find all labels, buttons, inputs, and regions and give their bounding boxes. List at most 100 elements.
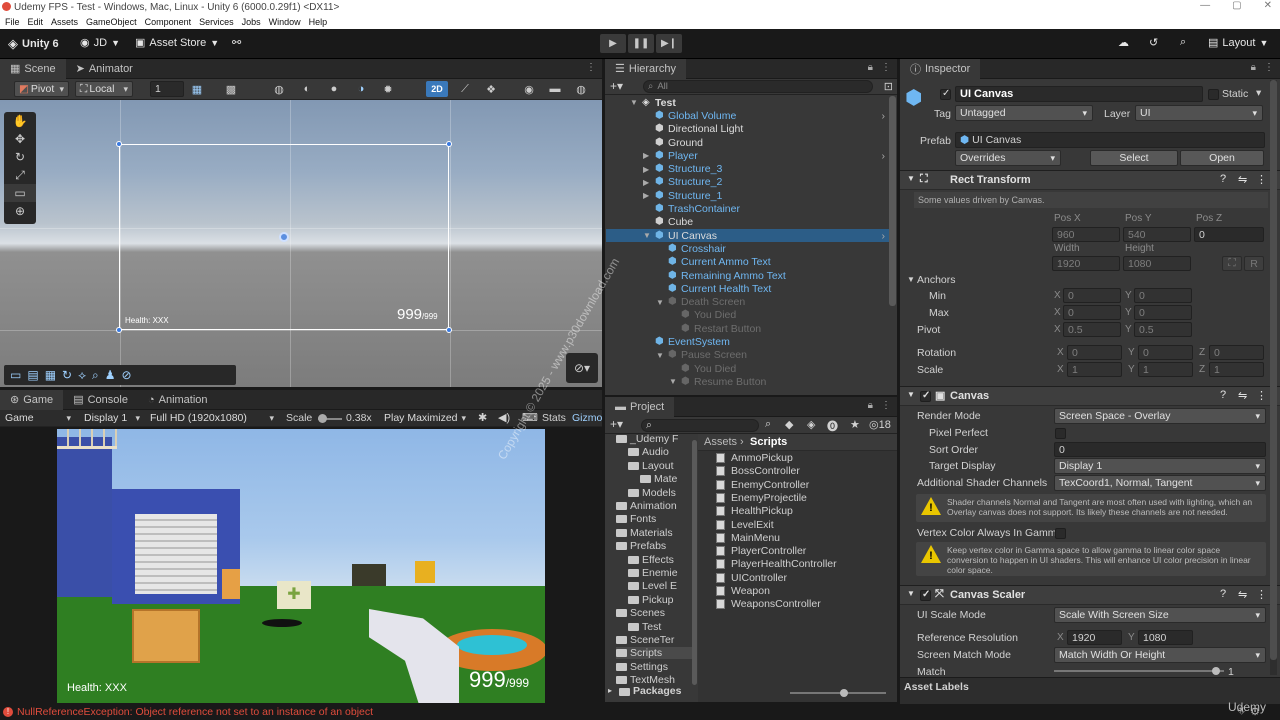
asset-store-button[interactable]: ▣ Asset Store ▼ [135,36,219,50]
open-prefab-icon[interactable]: › [882,150,886,162]
hierarchy-item[interactable]: ⬢ Directional Light [606,123,889,136]
play-mode-dropdown[interactable]: Play Maximized [380,410,470,426]
hierarchy-item[interactable]: ⬢ Global Volume › [606,109,889,122]
menu-window[interactable]: Window [269,17,301,27]
game-view-dropdown[interactable]: Game [1,410,75,426]
project-tree-item[interactable]: Effects [628,554,674,566]
project-tree-item[interactable]: Models [628,487,676,499]
bug-icon[interactable]: ✱ [478,411,487,424]
tab-console[interactable]: ▤ Console [63,390,138,410]
scale-slider[interactable] [318,414,342,423]
foldout-icon[interactable]: ▶ [643,165,649,174]
history-icon[interactable]: ↺ [1149,36,1158,49]
height-field[interactable]: 1080 [1123,256,1191,271]
object-name-field[interactable]: UI Canvas [955,86,1203,102]
hierarchy-item[interactable]: ⬢ Current Ammo Text [606,256,889,269]
grid-snap-icon[interactable]: ▦ [186,81,208,97]
tab-animation[interactable]: ◔ Animation [138,390,218,410]
project-tree-item[interactable]: Test [628,621,661,633]
anchor-min-x[interactable]: 0 [1063,288,1121,303]
move-tool-icon[interactable]: ✥ [4,130,36,148]
rect-handle[interactable] [446,327,452,333]
hierarchy-item[interactable]: ▼ ⬢ Pause Screen [606,349,889,362]
hierarchy-item[interactable]: ▶ ⬢ Structure_3 [606,163,889,176]
rotation-z[interactable]: 0 [1209,345,1264,360]
project-tree-item[interactable]: Enemie [628,567,678,579]
menu-file[interactable]: File [5,17,20,27]
render-mode-dropdown[interactable]: Screen Space - Overlay [1054,408,1266,424]
ui-scale-mode-dropdown[interactable]: Scale With Screen Size [1054,607,1266,623]
script-file-item[interactable]: MainMenu [716,532,780,544]
hierarchy-item[interactable]: ⬢ Restart Button [606,322,889,335]
rect-transform-header[interactable]: ▼ ⛶ Rect Transform ? ⇋ ⋮ [900,170,1280,190]
script-file-item[interactable]: EnemyController [716,479,809,491]
local-dropdown[interactable]: ⛶ Local [75,81,133,97]
tag-dropdown[interactable]: Untagged [955,105,1093,121]
more-options-icon[interactable]: ⋮ [881,62,891,73]
zoom-icon[interactable]: ⌕ [92,368,99,383]
icon-size-thumb[interactable] [840,689,848,697]
shaded-icon[interactable]: ● [323,81,345,97]
tab-project[interactable]: ▬ Project [605,396,675,417]
unity-logo-button[interactable]: ◈ Unity 6 [8,36,59,52]
visibility-icon[interactable]: ◉ [518,81,540,97]
rotate-tool-icon[interactable]: ↻ [4,148,36,166]
icon-size-slider[interactable] [790,689,886,697]
match-slider[interactable] [1054,667,1224,675]
rect-handle[interactable] [116,327,122,333]
layer-dropdown[interactable]: UI [1135,105,1263,121]
select-button[interactable]: Select [1090,150,1178,166]
project-tree-item[interactable]: _Udemy F [616,433,678,445]
scale-x[interactable]: 1 [1067,362,1122,377]
scene-visibility-icon[interactable]: ⊡ [884,80,893,93]
script-file-item[interactable]: HealthPickup [716,505,793,517]
scale-tool-icon[interactable]: ⤢ [4,166,36,184]
script-file-item[interactable]: BossController [716,465,800,477]
project-tree-item[interactable]: SceneTer [616,634,674,646]
scene-orientation-gizmo[interactable]: ⊘▾ [566,353,598,383]
project-tree-item[interactable]: Mate [640,473,677,485]
help-icon[interactable]: ? [1220,588,1226,600]
align-icon[interactable]: ▤ [27,368,38,382]
hierarchy-item[interactable]: ▶ ⬢ Structure_1 [606,189,889,202]
probe-icon[interactable]: ♟ [105,368,116,382]
status-error-message[interactable]: NullReferenceException: Object reference… [17,706,373,718]
step-button[interactable]: ▶❙ [656,34,682,53]
overrides-dropdown[interactable]: Overrides [955,150,1061,166]
gizmos-icon[interactable]: ◍ [570,81,592,97]
script-file-item[interactable]: Weapon [716,585,770,597]
menu-services[interactable]: Services [199,17,234,27]
cloud-icon[interactable]: ☁ [1118,36,1129,49]
more-options-icon[interactable]: ⋮ [586,62,596,73]
transform-tool-icon[interactable]: ⊕ [4,202,36,220]
menu-jobs[interactable]: Jobs [242,17,261,27]
more-options-icon[interactable]: ⋮ [1264,62,1274,73]
hierarchy-search-input[interactable]: ⌕ All [643,80,873,93]
project-tree-scrollbar[interactable] [692,440,697,685]
hierarchy-item[interactable]: ⬢ TrashContainer [606,202,889,215]
prefab-asset-field[interactable]: ⬢ UI Canvas [955,132,1265,148]
help-icon[interactable]: ? [1220,173,1226,185]
pivot-x[interactable]: 0.5 [1063,322,1121,337]
lighting-icon[interactable]: ✹ [377,81,399,97]
project-tree-item[interactable]: Layout [628,460,674,472]
script-file-item[interactable]: LevelExit [716,519,774,531]
foldout-icon[interactable]: ▼ [907,275,915,284]
tab-animator[interactable]: ➤ Animator [66,59,143,79]
hierarchy-item[interactable]: ▶ ⬢ Player › [606,149,889,162]
anchor-max-x[interactable]: 0 [1063,305,1121,320]
scale-y[interactable]: 1 [1138,362,1193,377]
foldout-icon[interactable]: ▶ [643,151,649,160]
match-slider-thumb[interactable] [1212,667,1220,675]
hierarchy-item[interactable]: ⬢ Remaining Ammo Text [606,269,889,282]
pivot-dropdown[interactable]: ◩ Pivot [14,81,69,97]
rect-tool-icon[interactable]: ▭ [4,184,36,202]
component-menu-icon[interactable]: ⋮ [1256,588,1267,601]
shader-channels-dropdown[interactable]: TexCoord1, Normal, Tangent [1054,475,1266,491]
script-file-item[interactable]: UIController [716,572,787,584]
lock-icon[interactable]: 🔒︎ [868,400,873,411]
vertex-color-checkbox[interactable] [1055,528,1066,539]
hierarchy-item[interactable]: ▼ ⬢ Resume Button [606,375,889,388]
preset-icon[interactable]: ⇋ [1238,588,1247,601]
create-asset-button[interactable]: +▾ [610,417,623,431]
